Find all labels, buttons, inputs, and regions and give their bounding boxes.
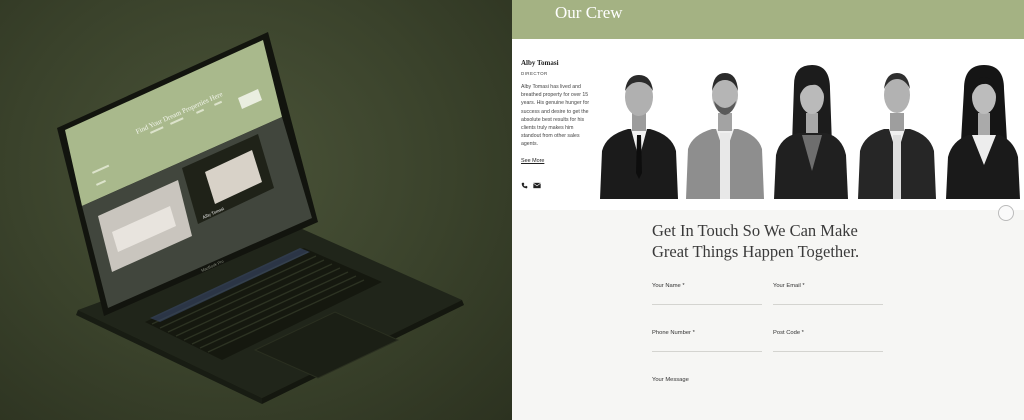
crew-photo[interactable] — [770, 55, 852, 199]
member-role: DIRECTOR — [521, 71, 548, 76]
postcode-field[interactable]: Post Code * — [773, 330, 883, 352]
message-field[interactable]: Your Message — [652, 377, 762, 383]
message-label: Your Message — [652, 377, 689, 383]
email-icon[interactable] — [533, 176, 541, 194]
scroll-indicator[interactable] — [998, 205, 1014, 221]
website-page: Our Crew Alby Tomasi DIRECTOR Alby Tomas… — [512, 0, 1024, 420]
crew-photo[interactable] — [856, 55, 938, 199]
laptop-illustration: Find Your Dream Properties Here Alby Tom… — [57, 32, 464, 404]
see-more-link[interactable]: See More — [521, 158, 544, 164]
bio-line: absolute best results for his — [521, 116, 585, 123]
postcode-label: Post Code * — [773, 330, 804, 336]
name-label: Your Name * — [652, 283, 685, 289]
bio-line: clients truly makes him — [521, 125, 574, 132]
phone-field[interactable]: Phone Number * — [652, 330, 762, 352]
crew-strip: Alby Tomasi DIRECTOR Alby Tomasi has liv… — [512, 39, 1024, 210]
laptop-mockup: Find Your Dream Properties Here Alby Tom… — [0, 0, 512, 420]
portrait-man-suit-tie — [598, 55, 680, 199]
crew-photo[interactable] — [598, 55, 680, 199]
bio-line: agents. — [521, 141, 539, 148]
crew-photo[interactable] — [942, 55, 1024, 199]
contact-icons — [521, 176, 601, 194]
name-field[interactable]: Your Name * — [652, 283, 762, 305]
crew-photo[interactable] — [684, 55, 766, 199]
bio-line: standout from other sales — [521, 133, 580, 140]
portrait-man-blazer — [684, 55, 766, 199]
contact-heading-line: Great Things Happen Together. — [652, 242, 860, 261]
contact-heading-line: Get In Touch So We Can Make — [652, 221, 858, 240]
crew-title: Our Crew — [555, 3, 623, 22]
phone-icon[interactable] — [521, 176, 528, 194]
bio-line: success and desire to get the — [521, 108, 589, 115]
crew-bio: Alby Tomasi DIRECTOR Alby Tomasi has liv… — [521, 59, 601, 194]
email-input[interactable] — [773, 304, 883, 305]
bio-line: breathed property for over 15 — [521, 92, 589, 99]
bio-line: Alby Tomasi has lived and — [521, 84, 581, 90]
contact-heading: Get In Touch So We Can Make Great Things… — [652, 220, 912, 262]
email-label: Your Email * — [773, 283, 805, 289]
member-name: Alby Tomasi — [521, 59, 559, 67]
email-field[interactable]: Your Email * — [773, 283, 883, 305]
name-input[interactable] — [652, 304, 762, 305]
member-bio: Alby Tomasi has lived and breathed prope… — [521, 83, 601, 149]
portrait-woman-long-hair — [942, 55, 1024, 199]
portrait-woman-blazer — [770, 55, 852, 199]
phone-input[interactable] — [652, 351, 762, 352]
crew-header: Our Crew — [512, 0, 1024, 39]
postcode-input[interactable] — [773, 351, 883, 352]
bio-line: years. His genuine hunger for — [521, 100, 590, 107]
phone-label: Phone Number * — [652, 330, 695, 336]
portrait-man-dark-suit — [856, 55, 938, 199]
